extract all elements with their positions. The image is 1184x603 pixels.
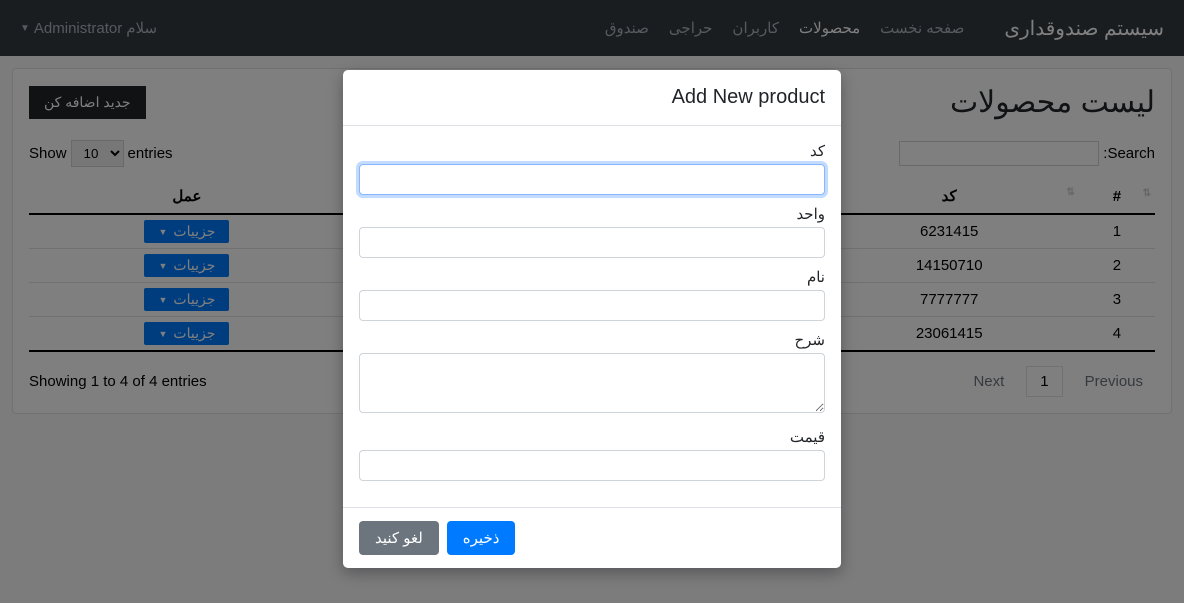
input-name[interactable] (359, 290, 825, 321)
modal-body: کد واحد نام شرح قیمت (343, 126, 841, 507)
modal-footer: لغو کنید ذخیره (343, 507, 841, 568)
save-button[interactable]: ذخیره (447, 521, 516, 555)
label-name: نام (359, 268, 825, 286)
input-code[interactable] (359, 164, 825, 195)
input-price[interactable] (359, 450, 825, 481)
input-desc[interactable] (359, 353, 825, 413)
input-unit[interactable] (359, 227, 825, 258)
modal-header: Add New product (343, 70, 841, 126)
add-product-modal: Add New product کد واحد نام شرح قیمت (343, 70, 841, 568)
label-price: قیمت (359, 428, 825, 446)
modal-title: Add New product (359, 86, 825, 109)
label-desc: شرح (359, 331, 825, 349)
label-code: کد (359, 142, 825, 160)
cancel-button[interactable]: لغو کنید (359, 521, 439, 555)
label-unit: واحد (359, 205, 825, 223)
modal-overlay[interactable]: Add New product کد واحد نام شرح قیمت (0, 0, 1184, 603)
